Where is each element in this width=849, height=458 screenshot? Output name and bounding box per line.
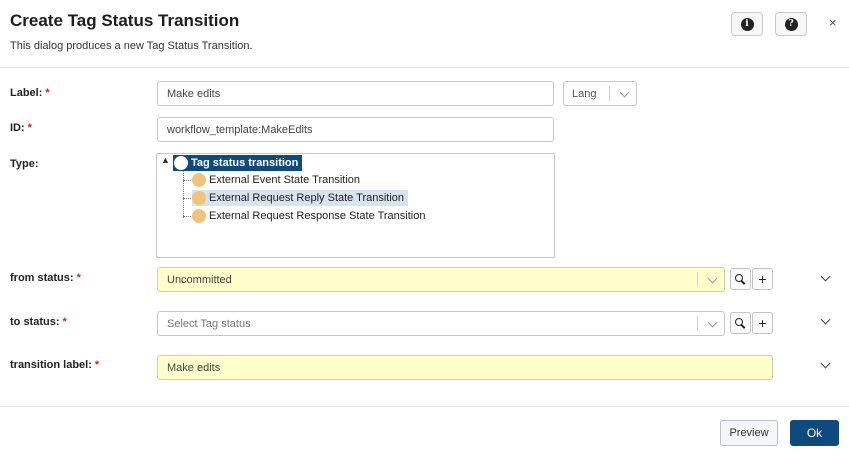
transition-label-label: transition label: *	[10, 359, 100, 371]
lang-select[interactable]: Lang	[563, 81, 637, 106]
from-status-add-button[interactable]: +	[752, 268, 773, 290]
required-marker: *	[27, 122, 32, 134]
close-icon[interactable]: ×	[829, 15, 837, 30]
node-icon	[192, 191, 206, 205]
required-marker: *	[76, 272, 81, 284]
to-status-label: to status: *	[10, 316, 67, 328]
label-input-value: Make edits	[167, 87, 221, 100]
required-marker: *	[94, 359, 100, 371]
help-button[interactable]: ?	[775, 12, 807, 36]
label-input[interactable]: Make edits	[157, 81, 554, 106]
node-icon	[174, 156, 188, 170]
node-icon	[192, 209, 206, 223]
expand-chevron-icon[interactable]	[820, 314, 831, 325]
help-icon: ?	[784, 17, 798, 31]
transition-label-value: Make edits	[167, 361, 221, 374]
footer-divider	[0, 406, 849, 407]
chevron-down-icon	[707, 317, 718, 328]
transition-label-input[interactable]: Make edits	[157, 355, 773, 380]
to-status-select[interactable]: Select Tag status	[157, 311, 725, 336]
id-field-label: ID: *	[10, 122, 32, 134]
to-status-placeholder: Select Tag status	[167, 317, 251, 330]
required-marker: *	[45, 87, 50, 99]
from-status-search-button[interactable]	[730, 268, 751, 290]
from-status-select[interactable]: Uncommitted	[157, 267, 725, 292]
type-tree[interactable]: ▲ Tag status transition External Event S…	[156, 153, 555, 258]
label-field-label: Label: *	[10, 87, 50, 99]
ok-button[interactable]: Ok	[790, 420, 839, 446]
dialog-header: Create Tag Status Transition This dialog…	[0, 0, 849, 68]
tree-node-root[interactable]: Tag status transition	[173, 155, 303, 171]
from-status-value: Uncommitted	[167, 273, 232, 286]
dialog-subtitle: This dialog produces a new Tag Status Tr…	[10, 40, 253, 52]
search-icon	[735, 317, 746, 329]
dialog-title: Create Tag Status Transition	[10, 11, 240, 30]
tree-node[interactable]: External Event State Transition	[192, 172, 364, 188]
tree-node-selected[interactable]: External Request Reply State Transition	[192, 190, 409, 206]
node-icon	[192, 173, 206, 187]
to-status-search-button[interactable]	[730, 312, 751, 334]
id-input[interactable]: workflow_template:MakeEdits	[157, 117, 554, 142]
chevron-down-icon	[619, 87, 630, 98]
to-status-add-button[interactable]: +	[752, 312, 773, 334]
lang-select-placeholder: Lang	[572, 88, 597, 100]
chevron-down-icon	[707, 273, 718, 284]
tree-node[interactable]: External Request Response State Transiti…	[192, 208, 429, 224]
expand-chevron-icon[interactable]	[820, 271, 831, 282]
type-field-label: Type:	[10, 158, 39, 170]
from-status-label: from status: *	[10, 272, 81, 284]
search-icon	[735, 273, 746, 285]
info-icon: i	[740, 17, 754, 31]
collapse-toggle-icon[interactable]: ▲	[161, 155, 170, 165]
preview-button[interactable]: Preview	[720, 420, 778, 446]
expand-chevron-icon[interactable]	[820, 358, 831, 369]
required-marker: *	[62, 316, 67, 328]
info-button[interactable]: i	[731, 12, 763, 36]
id-input-value: workflow_template:MakeEdits	[167, 123, 313, 136]
